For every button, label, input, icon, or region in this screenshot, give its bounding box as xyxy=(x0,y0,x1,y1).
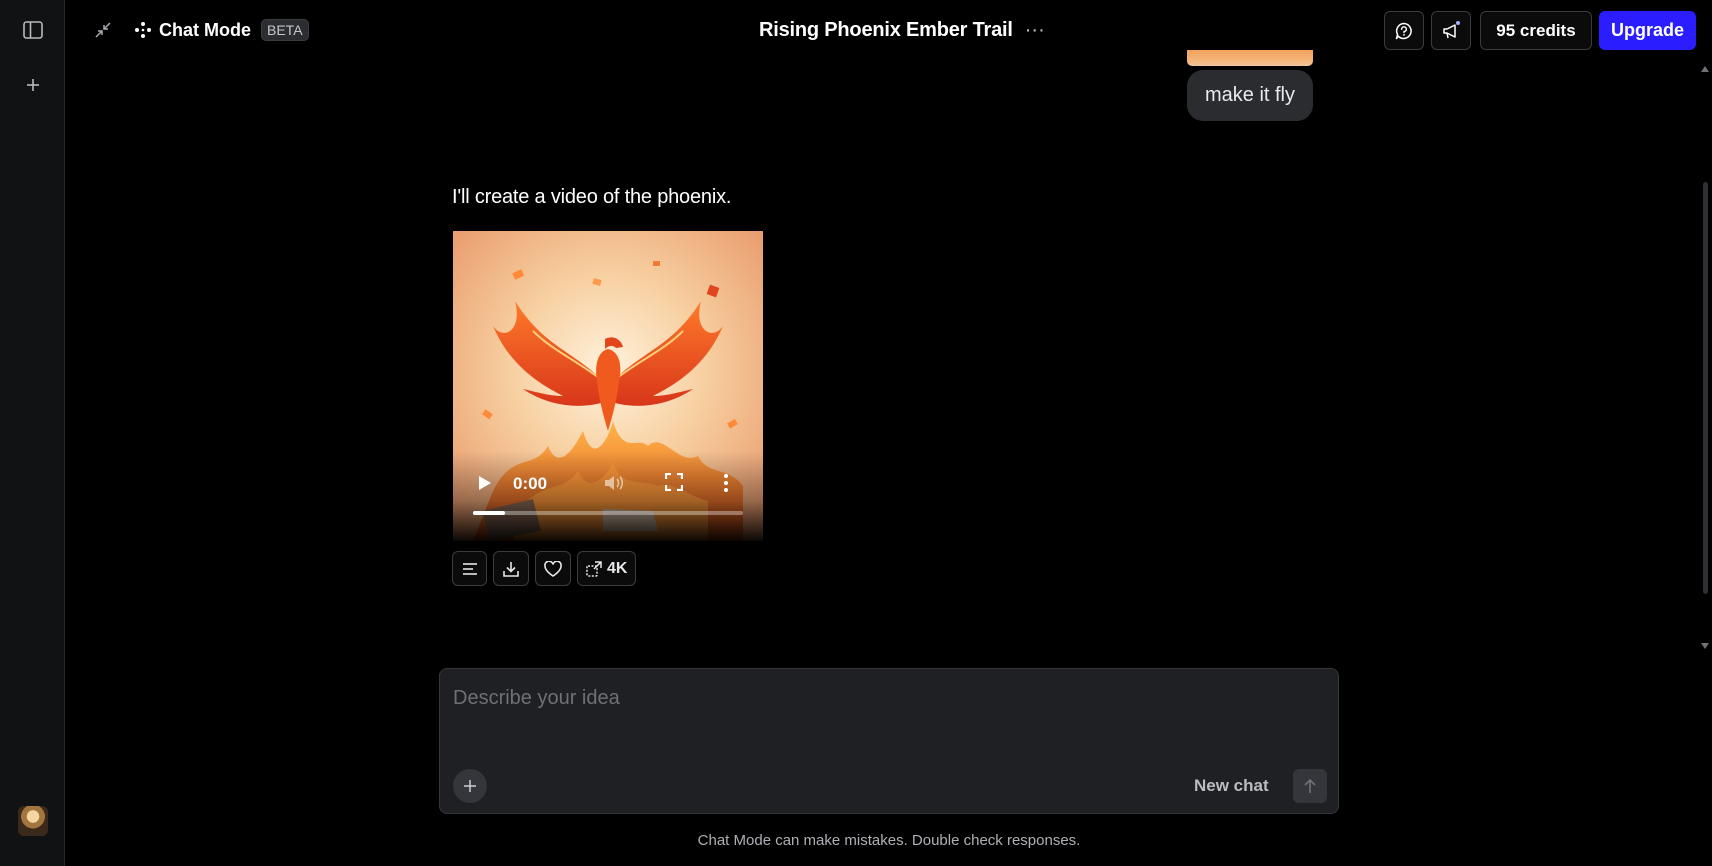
assistant-message: I'll create a video of the phoenix. xyxy=(452,186,732,208)
video-time: 0:00 xyxy=(513,474,548,493)
app-window: Chat Mode BETA Rising Phoenix Ember Trai… xyxy=(0,0,1712,866)
upgrade-button[interactable]: Upgrade xyxy=(1599,11,1696,50)
fullscreen-button[interactable] xyxy=(664,472,687,493)
favorite-button[interactable] xyxy=(535,551,571,586)
new-chat-button[interactable]: New chat xyxy=(1194,776,1269,796)
download-button[interactable] xyxy=(493,551,529,586)
upscale-label: 4K xyxy=(607,559,628,577)
announcements-button[interactable] xyxy=(1431,11,1471,50)
sidebar-toggle-button[interactable] xyxy=(16,13,50,47)
fullscreen-icon xyxy=(664,472,684,492)
mode-label: Chat Mode xyxy=(159,19,251,40)
download-icon xyxy=(503,561,519,577)
user-avatar[interactable] xyxy=(18,806,48,836)
scrollbar-thumb[interactable] xyxy=(1703,182,1708,594)
disclaimer-text: Chat Mode can make mistakes. Double chec… xyxy=(697,832,1081,849)
feedback-button[interactable] xyxy=(1384,11,1424,50)
video-seek-bar[interactable] xyxy=(473,511,743,515)
upscale-icon xyxy=(586,560,602,577)
sidebar-toggle-icon xyxy=(23,21,43,39)
collapse-arrows-icon xyxy=(95,22,111,38)
video-player[interactable]: 0:00 xyxy=(453,231,763,541)
user-message-bubble: make it fly xyxy=(1187,70,1313,121)
heart-icon xyxy=(544,560,562,577)
send-button[interactable] xyxy=(1293,769,1327,803)
view-prompt-button[interactable] xyxy=(452,551,487,586)
left-rail xyxy=(0,0,65,866)
top-bar: Chat Mode BETA Rising Phoenix Ember Trai… xyxy=(66,0,1712,60)
chat-mode-indicator: Chat Mode BETA xyxy=(134,16,309,44)
scroll-up-arrow[interactable] xyxy=(1700,64,1710,74)
prompt-input[interactable] xyxy=(453,683,1313,713)
scroll-down-arrow[interactable] xyxy=(1700,641,1710,651)
chat-title-group: Rising Phoenix Ember Trail ··· xyxy=(759,16,1045,44)
attach-button[interactable] xyxy=(453,769,487,803)
chat-title[interactable]: Rising Phoenix Ember Trail xyxy=(759,19,1013,42)
volume-icon xyxy=(605,476,624,490)
text-lines-icon xyxy=(462,562,477,575)
notification-dot xyxy=(1455,20,1461,26)
plus-icon xyxy=(27,79,39,91)
arrow-up-icon xyxy=(1304,778,1316,793)
kebab-menu-icon xyxy=(724,474,728,492)
plus-icon xyxy=(464,780,476,792)
sparkle-dots-icon xyxy=(135,22,151,38)
more-options-icon[interactable]: ··· xyxy=(1025,20,1045,40)
chat-bubble-icon xyxy=(1395,22,1412,39)
video-controls-overlay xyxy=(453,451,763,541)
play-icon xyxy=(479,476,491,490)
composer: New chat xyxy=(439,668,1339,814)
upscale-4k-button[interactable]: 4K xyxy=(577,551,637,586)
mute-button[interactable] xyxy=(603,473,625,493)
video-action-bar: 4K xyxy=(452,551,637,586)
credits-counter[interactable]: 95 credits xyxy=(1480,11,1592,50)
previous-image-thumbnail[interactable] xyxy=(1187,50,1313,66)
play-button[interactable] xyxy=(475,473,495,493)
video-progress-fill xyxy=(473,511,506,515)
exit-fullscreen-button[interactable] xyxy=(88,15,118,45)
video-more-button[interactable] xyxy=(723,473,737,493)
beta-badge: BETA xyxy=(261,19,309,41)
new-chat-rail-button[interactable] xyxy=(16,68,50,102)
